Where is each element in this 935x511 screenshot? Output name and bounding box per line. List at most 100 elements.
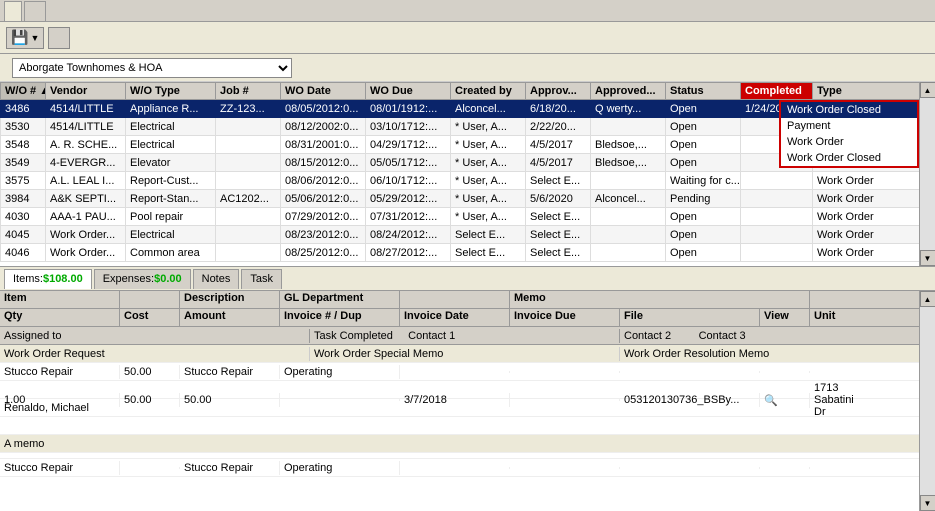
dropdown-item-payment[interactable]: Payment [781,118,917,134]
col-desc-header: Description [180,291,280,308]
toolbar: 💾 ▼ [0,22,935,54]
file-1 [620,371,760,373]
bottom-scroll-down[interactable]: ▼ [920,495,935,511]
assigned-to-row: Assigned to Task Completed Contact 1 Con… [0,327,919,345]
gl-1: Operating [280,365,400,379]
col-empty2-header [400,291,510,308]
inv-due-1 [510,371,620,373]
save-button[interactable]: 💾 ▼ [6,27,44,49]
unit-val-1: 1713 Sabatini Dr [810,381,870,419]
task-completed-label: Task Completed Contact 1 [310,329,620,343]
memo-row: A memo [0,435,919,453]
tab-expenses-label: Expenses: [103,273,154,285]
dropdown-item-woclosed2[interactable]: Work Order Closed [781,150,917,166]
wo-special-memo-label: Work Order Special Memo [310,347,620,361]
col5-2 [400,467,510,469]
col-header-created[interactable]: Created by [451,83,526,100]
scroll-track[interactable] [920,98,935,250]
property-select[interactable]: Aborgate Townhomes & HOA [12,58,292,78]
dropdown-item-closed[interactable]: Work Order Closed [781,102,917,118]
type-dropdown[interactable]: Work Order Closed Payment Work Order Wor… [779,100,919,168]
bottom-scroll-up[interactable]: ▲ [920,291,935,307]
view-1 [760,371,810,373]
data-row-2-item: Stucco Repair Stucco Repair Operating [0,459,919,477]
tab-items-amount: $108.00 [43,273,83,285]
tab-work-order[interactable] [24,1,46,21]
col-view-header: View [760,309,810,326]
cost-val-1: 50.00 [120,393,180,407]
col-invoice-num-header: Invoice # / Dup [280,309,400,326]
col-header-type[interactable]: W/O Type [126,83,216,100]
col-header-date[interactable]: WO Date [281,83,366,100]
main-content: W/O # ▲ Vendor W/O Type Job # WO Date WO… [0,82,935,511]
bottom-content: Item Description GL Department Memo Qty … [0,291,935,511]
tab-notes-label: Notes [202,273,231,285]
bottom-main: Item Description GL Department Memo Qty … [0,291,919,511]
col7-2 [620,467,760,469]
scroll-down-arrow[interactable]: ▼ [920,250,935,266]
tab-items-label: Items: [13,273,43,285]
col-invoice-due-header: Invoice Due [510,309,620,326]
bottom-tabs: Items: $108.00 Expenses: $0.00 Notes Tas… [0,267,935,291]
wo-request-label: Work Order Request [0,347,310,361]
dropdown-arrow-icon[interactable]: ▼ [30,33,39,43]
detail-header-row2: Qty Cost Amount Invoice # / Dup Invoice … [0,309,919,327]
data-row-1-qty: 1.00 50.00 50.00 3/7/2018 053120130736_B… [0,381,919,399]
item-name-2: Stucco Repair [0,461,120,475]
property-row: Aborgate Townhomes & HOA [0,54,935,82]
tab-items[interactable]: Items: $108.00 [4,269,92,289]
gl-2: Operating [280,461,400,475]
assigned-person-name: Renaldo, Michael [4,402,89,414]
col-memo-header: Memo [510,291,810,308]
table-row[interactable]: 3575A.L. LEAL I...Report-Cust...08/06/20… [1,172,920,190]
col-header-approv2[interactable]: Approved... [591,83,666,100]
work-order-table-container: W/O # ▲ Vendor W/O Type Job # WO Date WO… [0,82,935,267]
cost-1: 50.00 [120,365,180,379]
col-gl-header: GL Department [280,291,400,308]
inv-num-1 [280,399,400,401]
col-invoice-date-header: Invoice Date [400,309,510,326]
detail-header-row1: Item Description GL Department Memo [0,291,919,309]
item-name-1: Stucco Repair [0,365,120,379]
col6-2 [510,467,620,469]
col-header-approv1[interactable]: Approv... [526,83,591,100]
col-qty-header: Qty [0,309,120,326]
col-header-wo[interactable]: W/O # ▲ [1,83,46,100]
tab-task[interactable]: Task [241,269,282,289]
col8-2 [760,467,810,469]
inv-due-val-1 [510,399,620,401]
bottom-scroll-track[interactable] [920,307,935,495]
table-row[interactable]: 4046Work Order...Common area08/25/2012:0… [1,244,920,262]
tab-expenses-amount: $0.00 [154,273,182,285]
col9-2 [810,467,870,469]
col-header-completed[interactable]: Completed [741,83,813,100]
tab-task-label: Task [250,273,273,285]
table-row[interactable]: 4045Work Order...Electrical08/23/2012:0.… [1,226,920,244]
table-scrollbar[interactable]: ▲ ▼ [919,82,935,266]
col-header-wotype[interactable]: Type [813,83,920,100]
file-val-1: 053120130736_BSBy... [620,393,760,407]
title-bar [0,0,935,22]
col-empty1-header [120,291,180,308]
wo-resolution-memo-label: Work Order Resolution Memo [620,347,919,361]
data-row-1-item: Stucco Repair 50.00 Stucco Repair Operat… [0,363,919,381]
view-icon-1[interactable]: 🔍 [760,393,810,408]
add-button[interactable] [48,27,70,49]
tab-property-setup[interactable] [4,1,22,21]
col-header-due[interactable]: WO Due [366,83,451,100]
tab-expenses[interactable]: Expenses: $0.00 [94,269,191,289]
table-row[interactable]: 4030AAA-1 PAU...Pool repair07/29/2012:0.… [1,208,920,226]
col-header-job[interactable]: Job # [216,83,281,100]
col-amount-header: Amount [180,309,280,326]
contacts-label: Contact 2 Contact 3 [620,329,919,343]
memo-text: A memo [4,438,44,450]
col-header-vendor[interactable]: Vendor [46,83,126,100]
table-row[interactable]: 3984A&K SEPTI...Report-Stan...AC1202...0… [1,190,920,208]
bottom-scrollbar[interactable]: ▲ ▼ [919,291,935,511]
dropdown-item-workorder[interactable]: Work Order [781,134,917,150]
wo-labels-row: Work Order Request Work Order Special Me… [0,345,919,363]
empty-row [0,417,919,435]
col-header-status[interactable]: Status [666,83,741,100]
scroll-up-arrow[interactable]: ▲ [920,82,935,98]
tab-notes[interactable]: Notes [193,269,240,289]
